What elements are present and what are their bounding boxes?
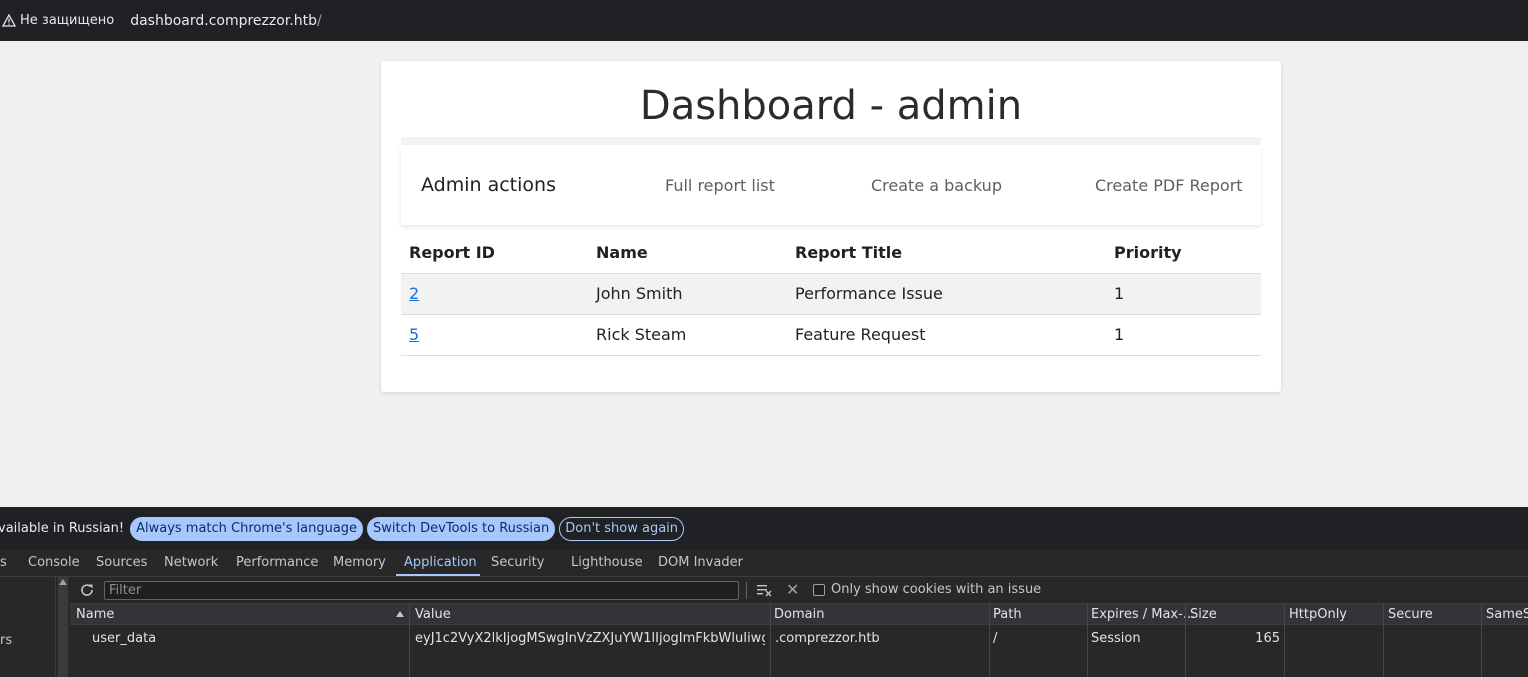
column-header-expires[interactable]: Expires / Max-... <box>1091 607 1195 622</box>
refresh-icon[interactable] <box>79 582 95 598</box>
column-divider[interactable] <box>409 603 410 677</box>
title-divider <box>401 137 1261 145</box>
report-title-cell: Feature Request <box>787 314 1106 356</box>
report-priority-cell: 1 <box>1106 314 1261 356</box>
column-header-value[interactable]: Value <box>415 607 451 622</box>
column-header-samesite[interactable]: SameSi <box>1486 607 1528 622</box>
cookie-size-cell: 165 <box>1255 631 1280 646</box>
report-name-cell: Rick Steam <box>588 314 787 356</box>
dashboard-card: Dashboard - admin Admin actions Full rep… <box>381 61 1281 392</box>
tab-sources[interactable]: Sources <box>96 555 147 570</box>
column-header-name[interactable]: Name <box>76 607 114 622</box>
tab-lighthouse[interactable]: Lighthouse <box>571 555 643 570</box>
clear-all-cookies-icon[interactable] <box>756 582 774 598</box>
column-divider[interactable] <box>1284 603 1285 677</box>
tab-performance[interactable]: Performance <box>236 555 318 570</box>
cookie-expires-cell: Session <box>1091 631 1141 646</box>
column-header-size[interactable]: Size <box>1190 607 1217 622</box>
delete-selected-icon[interactable]: ✕ <box>786 581 799 599</box>
devtools-tab-bar: s Console Sources Network Performance Me… <box>0 550 1528 577</box>
cookies-table: Name Value Domain Path Expires / Max-...… <box>70 603 1528 677</box>
report-priority-cell: 1 <box>1106 273 1261 315</box>
warning-icon <box>2 14 16 27</box>
tab-dom-invader[interactable]: DOM Invader <box>658 555 743 570</box>
page-title: Dashboard - admin <box>639 83 1023 129</box>
cookie-filter-input[interactable] <box>104 581 739 600</box>
nav-brand: Admin actions <box>421 174 556 196</box>
tab-elements[interactable]: s <box>0 555 7 570</box>
sidebar-item-fragment[interactable]: rs <box>0 633 12 648</box>
cookie-path-cell: / <box>993 631 998 646</box>
column-header-report-title: Report Title <box>787 233 1106 274</box>
reports-table: Report ID Name Report Title Priority 2 J… <box>401 233 1261 356</box>
tab-console[interactable]: Console <box>28 555 80 570</box>
tab-application[interactable]: Application <box>404 555 477 570</box>
column-divider[interactable] <box>1383 603 1384 677</box>
page-viewport: Dashboard - admin Admin actions Full rep… <box>0 41 1528 507</box>
column-header-secure[interactable]: Secure <box>1388 607 1433 622</box>
devtools-language-infobar: vailable in Russian! Always match Chrome… <box>0 507 1528 550</box>
report-title-cell: Performance Issue <box>787 273 1106 315</box>
table-header-row: Report ID Name Report Title Priority <box>401 233 1261 274</box>
cookie-value-cell: eyJ1c2VyX2lkIjogMSwgInVzZXJuYW1lIjogImFk… <box>415 631 765 646</box>
tab-memory[interactable]: Memory <box>333 555 386 570</box>
column-header-path[interactable]: Path <box>993 607 1022 622</box>
column-header-domain[interactable]: Domain <box>774 607 824 622</box>
column-header-httponly[interactable]: HttpOnly <box>1289 607 1347 622</box>
cookie-domain-cell: .comprezzor.htb <box>775 631 880 646</box>
admin-nav: Admin actions Full report list Create a … <box>401 145 1261 225</box>
always-match-language-button[interactable]: Always match Chrome's language <box>130 516 364 541</box>
security-indicator[interactable]: Не защищено <box>2 13 114 28</box>
column-divider[interactable] <box>1481 603 1482 677</box>
column-divider[interactable] <box>1185 603 1186 677</box>
column-header-report-id: Report ID <box>401 233 588 274</box>
only-issues-label: Only show cookies with an issue <box>831 582 1042 597</box>
url-host: dashboard.comprezzor.htb <box>130 12 317 29</box>
scroll-up-arrow-icon[interactable] <box>59 579 67 585</box>
report-id-cell: 5 <box>401 314 588 356</box>
table-row: 5 Rick Steam Feature Request 1 <box>401 314 1261 356</box>
browser-address-bar: Не защищено dashboard.comprezzor.htb/ <box>0 0 1528 41</box>
dont-show-again-button[interactable]: Don't show again <box>559 516 685 541</box>
devtools-application-panel: rs ✕ Only show cookies with an issue Nam… <box>0 577 1528 677</box>
url-path: / <box>316 12 322 29</box>
only-issues-checkbox[interactable] <box>813 584 825 596</box>
column-divider[interactable] <box>770 603 771 677</box>
cookies-table-header: Name Value Domain Path Expires / Max-...… <box>70 603 1528 625</box>
active-tab-indicator <box>396 574 480 576</box>
url-field[interactable]: dashboard.comprezzor.htb/ <box>130 13 322 29</box>
report-id-cell: 2 <box>401 273 588 315</box>
column-divider[interactable] <box>1087 603 1088 677</box>
tab-network[interactable]: Network <box>164 555 218 570</box>
sidebar-scrollbar[interactable] <box>58 577 68 677</box>
infobar-message: vailable in Russian! <box>0 521 125 536</box>
cookies-toolbar: ✕ Only show cookies with an issue <box>70 577 1528 603</box>
toolbar-divider <box>746 582 747 599</box>
column-header-priority: Priority <box>1106 233 1261 274</box>
nav-link-create-backup[interactable]: Create a backup <box>871 176 1002 195</box>
switch-devtools-language-button[interactable]: Switch DevTools to Russian <box>367 516 556 541</box>
sort-ascending-icon <box>396 611 404 617</box>
application-sidebar: rs <box>0 577 56 677</box>
report-id-link[interactable]: 5 <box>409 325 419 344</box>
column-divider[interactable] <box>989 603 990 677</box>
report-name-cell: John Smith <box>588 273 787 315</box>
column-header-name: Name <box>588 233 787 274</box>
nav-link-full-report-list[interactable]: Full report list <box>665 176 775 195</box>
table-row: 2 John Smith Performance Issue 1 <box>401 273 1261 315</box>
report-id-link[interactable]: 2 <box>409 284 419 303</box>
nav-link-create-pdf-report[interactable]: Create PDF Report <box>1095 176 1243 195</box>
tab-security[interactable]: Security <box>491 555 544 570</box>
cookie-name-cell: user_data <box>92 631 157 646</box>
security-label: Не защищено <box>20 13 115 28</box>
